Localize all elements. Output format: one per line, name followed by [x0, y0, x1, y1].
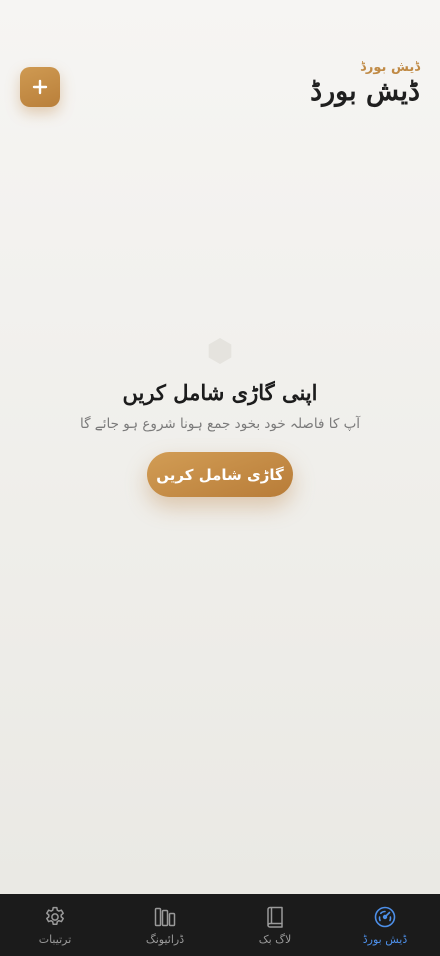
book-icon: [267, 906, 283, 928]
hexagon-icon: [208, 338, 232, 364]
empty-state-title: اپنی گاڑی شامل کریں: [122, 380, 318, 405]
tab-driving-label: ڈرائیونگ: [145, 933, 185, 946]
tab-settings[interactable]: ترتیبات: [0, 894, 110, 956]
gear-icon: [46, 906, 64, 925]
tab-dashboard[interactable]: ڈیش بورڈ: [330, 894, 440, 956]
bottom-nav: ترتیبات ڈرائیونگ لاگ بک ڈیش بورڈ: [0, 894, 440, 956]
bars-icon: [154, 907, 176, 927]
add-vehicle-button[interactable]: گاڑی شامل کریں: [147, 452, 293, 497]
gauge-icon: [374, 906, 396, 928]
header-eyebrow: ڈیش بورڈ: [360, 60, 420, 75]
plus-icon: [32, 79, 48, 95]
page-title: ڈیش بورڈ: [310, 76, 420, 107]
tab-logbook-label: لاگ بک: [258, 933, 292, 946]
tab-logbook[interactable]: لاگ بک: [220, 894, 330, 956]
app-screen: ڈیش بورڈ ڈیش بورڈ اپنی گاڑی شامل کریں آپ…: [0, 0, 440, 956]
tab-settings-label: ترتیبات: [38, 933, 72, 946]
empty-state-subtitle: آپ کا فاصلہ خود بخود جمع ہونا شروع ہو جا…: [79, 416, 361, 432]
tab-dashboard-label: ڈیش بورڈ: [362, 933, 408, 946]
add-button[interactable]: [20, 67, 60, 107]
tab-driving[interactable]: ڈرائیونگ: [110, 894, 220, 956]
